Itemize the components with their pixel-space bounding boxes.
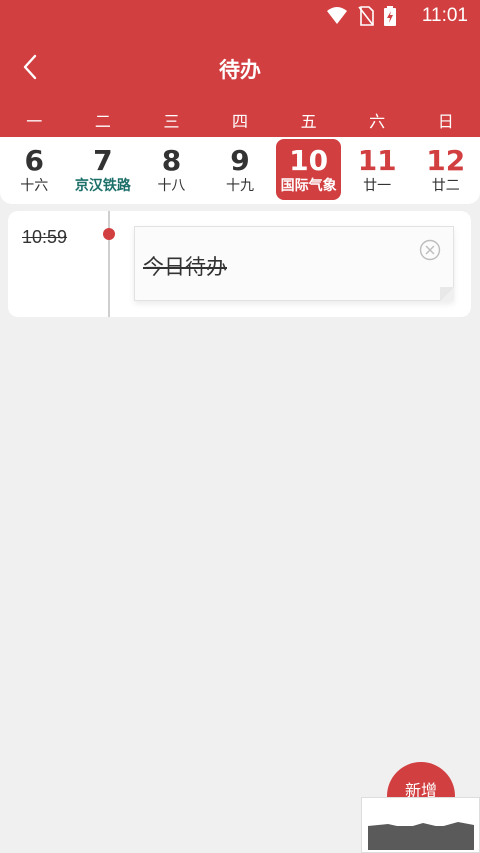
festival-label: 京汉铁路: [74, 178, 131, 194]
wifi-icon: [327, 7, 347, 24]
preview-image: [368, 804, 474, 850]
header-bar: 11:01 待办 一 二 三 四 五 六 日: [0, 0, 480, 137]
weekday-label: 四: [232, 112, 249, 131]
weekday-row: 一 二 三 四 五 六 日: [0, 108, 480, 136]
day-cell-9[interactable]: 9 十九: [206, 137, 275, 204]
day-number: 11: [357, 144, 397, 177]
day-cell-7[interactable]: 7 京汉铁路: [69, 137, 138, 204]
weekday-label: 六: [369, 112, 386, 131]
week-date-strip: 6 十六 7 京汉铁路 8 十八 9 十九 10 国际气象 11 廿一 12 廿…: [0, 137, 480, 204]
weekday-label: 二: [94, 112, 111, 131]
lunar-date: 十六: [20, 178, 49, 194]
day-number: 8: [161, 144, 182, 177]
battery-charging-icon: [384, 6, 396, 26]
day-number: 9: [230, 144, 250, 177]
timeline-dot: [103, 228, 115, 240]
weekday-label: 日: [437, 112, 454, 131]
floating-preview[interactable]: [361, 797, 480, 853]
weekday-label: 一: [26, 112, 43, 131]
lunar-date: 廿二: [431, 178, 460, 194]
note-fold-corner: [440, 287, 454, 301]
festival-label: 国际气象: [280, 178, 337, 194]
day-cell-12[interactable]: 12 廿二: [411, 137, 480, 204]
day-cell-8[interactable]: 8 十八: [137, 137, 206, 204]
weekday-label: 五: [300, 112, 317, 131]
lunar-date: 十九: [226, 178, 255, 194]
status-time: 11:01: [421, 5, 468, 26]
day-cell-10-selected[interactable]: 10 国际气象: [274, 137, 343, 204]
day-cell-11[interactable]: 11 廿一: [343, 137, 412, 204]
page-title: 待办: [219, 58, 261, 82]
preview-graphic: [368, 804, 474, 850]
status-icons: [326, 6, 396, 26]
timeline-line: [108, 211, 110, 317]
day-number: 7: [93, 144, 113, 177]
day-number: 12: [426, 144, 466, 177]
todo-time: 10:59: [22, 227, 68, 247]
lunar-date: 十八: [157, 178, 186, 194]
day-number: 6: [24, 144, 45, 177]
top-bar: 待办: [0, 40, 480, 96]
lunar-date: 廿一: [363, 178, 392, 194]
delete-todo-button[interactable]: [419, 239, 441, 261]
todo-note[interactable]: 今日待办: [134, 226, 454, 301]
day-number: 10: [289, 144, 329, 177]
close-circle-icon: [419, 239, 441, 261]
status-bar: 11:01: [0, 0, 480, 34]
no-sim-icon: [358, 6, 374, 26]
todo-text: 今日待办: [143, 255, 227, 279]
todo-card: 10:59 今日待办: [8, 211, 471, 317]
weekday-label: 三: [163, 112, 180, 131]
day-cell-6[interactable]: 6 十六: [0, 137, 69, 204]
